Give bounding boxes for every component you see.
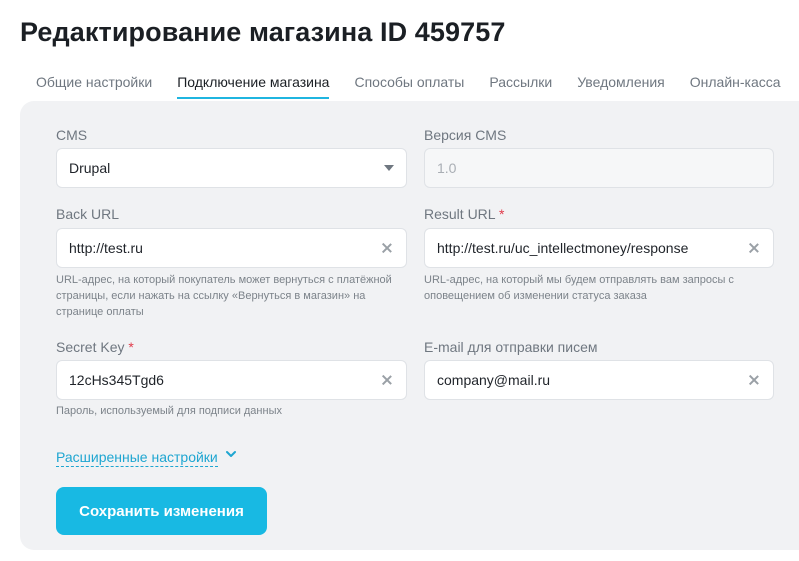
close-icon[interactable]	[380, 241, 394, 255]
tab-payment-methods[interactable]: Способы оплаты	[354, 74, 464, 101]
email-label: E-mail для отправки писем	[424, 339, 598, 355]
required-marker: *	[128, 339, 134, 355]
tab-bar: Общие настройки Подключение магазина Спо…	[36, 74, 799, 102]
result-url-hint: URL-адрес, на который мы будем отправлят…	[424, 274, 734, 302]
cms-select-value: Drupal	[69, 160, 111, 176]
back-url-label: Back URL	[56, 206, 120, 222]
result-url-input[interactable]: http://test.ru/uc_intellectmoney/respons…	[424, 228, 774, 268]
secret-key-input[interactable]: 12cHs345Tgd6	[56, 360, 407, 400]
tab-mailings[interactable]: Рассылки	[489, 74, 552, 101]
secret-key-label-text: Secret Key	[56, 339, 125, 355]
secret-key-hint: Пароль, используемый для подписи данных	[56, 405, 282, 417]
close-icon[interactable]	[747, 241, 761, 255]
secret-key-value: 12cHs345Tgd6	[69, 372, 164, 388]
close-icon[interactable]	[380, 373, 394, 387]
caret-down-icon	[384, 165, 394, 171]
save-button[interactable]: Сохранить изменения	[56, 487, 267, 535]
advanced-settings-link[interactable]: Расширенные настройки	[56, 449, 218, 467]
cms-label: CMS	[56, 127, 88, 143]
back-url-input[interactable]: http://test.ru	[56, 228, 407, 268]
result-url-value: http://test.ru/uc_intellectmoney/respons…	[437, 240, 689, 256]
result-url-label: Result URL *	[424, 206, 504, 222]
tab-general-settings[interactable]: Общие настройки	[36, 74, 152, 101]
email-input[interactable]: company@mail.ru	[424, 360, 774, 400]
cms-version-label: Версия CMS	[424, 127, 507, 143]
cms-select[interactable]: Drupal	[56, 148, 407, 188]
required-marker: *	[498, 206, 505, 222]
cms-version-input[interactable]: 1.0	[424, 148, 774, 188]
tab-online-cashbox[interactable]: Онлайн-касса	[690, 74, 781, 101]
tab-notifications[interactable]: Уведомления	[577, 74, 665, 101]
close-icon[interactable]	[747, 373, 761, 387]
chevron-down-icon[interactable]	[226, 449, 236, 459]
tab-store-connection[interactable]: Подключение магазина	[177, 74, 330, 101]
result-url-label-text: Result URL	[424, 206, 496, 222]
cms-version-placeholder: 1.0	[437, 160, 457, 176]
secret-key-label: Secret Key *	[56, 339, 134, 355]
back-url-hint: URL-адрес, на который покупатель может в…	[56, 274, 392, 318]
page-title: Редактирование магазина ID 459757	[20, 17, 506, 47]
back-url-value: http://test.ru	[69, 240, 143, 256]
email-value: company@mail.ru	[437, 372, 551, 388]
